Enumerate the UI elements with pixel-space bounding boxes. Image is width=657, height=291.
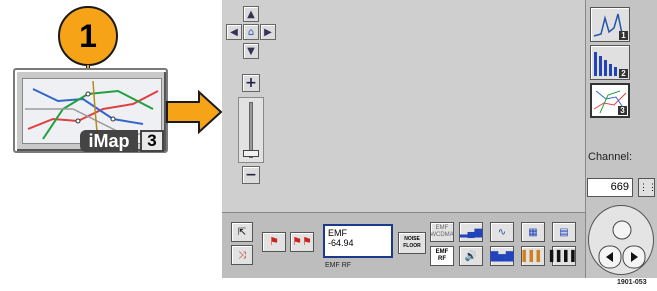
audio-icon[interactable]: 🔊	[459, 246, 483, 266]
arrow-down-icon[interactable]: ▼	[243, 43, 259, 59]
zoom-slider-thumb[interactable]	[243, 150, 259, 157]
flag-pair-icon[interactable]: ⚑⚑	[290, 232, 314, 252]
readout-value: -64.94	[328, 238, 354, 248]
spectrum-view-button[interactable]: 1	[590, 7, 630, 42]
imap-label: iMap	[80, 130, 138, 152]
jog-wheel-icon	[598, 220, 646, 269]
home-icon[interactable]: ⌂	[243, 24, 259, 40]
readout-caption: EMF RF	[325, 262, 352, 269]
channel-bars-icon[interactable]: ▌▌▌	[521, 246, 545, 266]
zoom-out-button[interactable]: −	[242, 166, 260, 184]
channel-label: Channel:	[588, 151, 633, 163]
view-number-badge: 1	[619, 31, 628, 40]
spectrum-icon[interactable]: ∿	[490, 222, 514, 242]
imap-number-badge: 3	[140, 130, 164, 152]
view-number-badge: 3	[618, 106, 627, 115]
route-tool-icon[interactable]: ⤨	[231, 245, 253, 265]
measurement-readout: EMF -64.94	[323, 224, 393, 258]
callout-number: 1	[58, 6, 118, 66]
map-view-button[interactable]: 3	[590, 83, 630, 118]
figure-id: 1901-053	[617, 279, 647, 286]
channel-field[interactable]: 669	[587, 178, 633, 197]
table-icon[interactable]: ▤	[552, 222, 576, 242]
arrow-left-icon[interactable]: ◀	[226, 24, 242, 40]
select-tool-icon[interactable]: ⇱	[231, 222, 253, 242]
flag-icon[interactable]: ⚑	[262, 232, 286, 252]
arrow-up-icon[interactable]: ▲	[243, 6, 259, 22]
emf-rf-button[interactable]: EMF RF	[430, 246, 454, 266]
keypad-icon[interactable]: ⋮⋮	[638, 178, 657, 197]
histogram-icon[interactable]: ▌▌▌▌	[550, 246, 578, 266]
emf-wcdma-button[interactable]: EMF WCDMA	[430, 222, 454, 242]
arrow-right-icon[interactable]: ▶	[260, 24, 276, 40]
bar-graph-icon[interactable]: ▇▅▇	[490, 246, 514, 266]
jog-wheel[interactable]	[588, 205, 654, 275]
pointer-arrow-icon	[166, 90, 223, 134]
bar-view-button[interactable]: 2	[590, 45, 630, 80]
readout-title: EMF	[328, 228, 347, 238]
noise-floor-button[interactable]: NOISE FLOOR	[398, 232, 426, 254]
zoom-in-button[interactable]: +	[242, 74, 260, 92]
scan-icon[interactable]: ▦	[521, 222, 545, 242]
view-number-badge: 2	[619, 69, 628, 78]
map-display-area[interactable]	[222, 0, 585, 212]
signal-bars-icon[interactable]: ▂▄▆	[459, 222, 483, 242]
